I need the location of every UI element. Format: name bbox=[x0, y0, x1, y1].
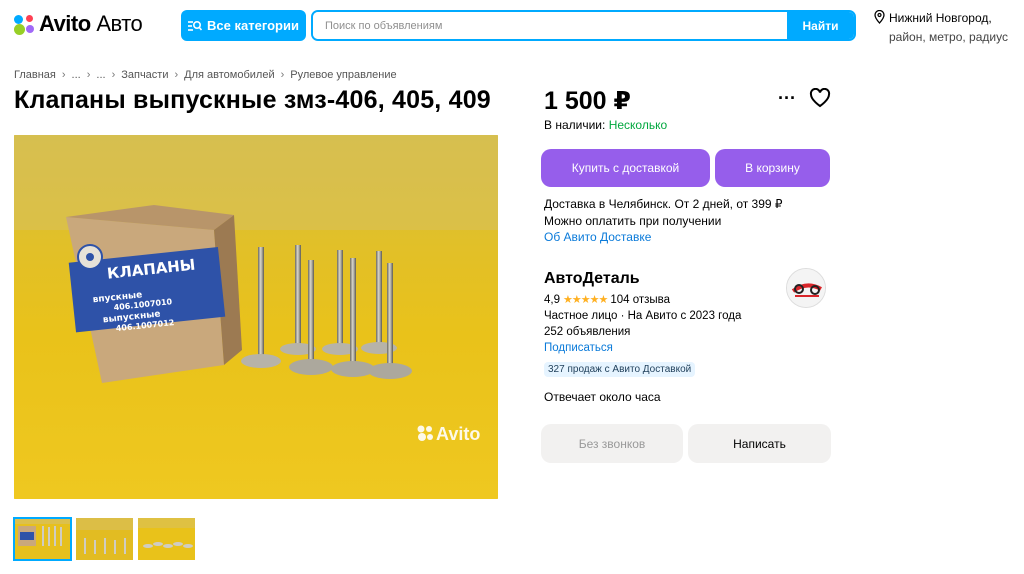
breadcrumb-item-parts[interactable]: Запчасти bbox=[121, 69, 168, 81]
search-input[interactable] bbox=[313, 12, 787, 39]
thumbnail-3[interactable] bbox=[138, 518, 195, 560]
avito-logo[interactable]: Avito Авто bbox=[14, 10, 143, 38]
thumbnail-1[interactable] bbox=[13, 517, 72, 561]
location-selector[interactable]: Нижний Новгород, район, метро, радиус bbox=[874, 9, 1008, 47]
breadcrumb-separator: › bbox=[61, 69, 66, 81]
no-calls-button: Без звонков bbox=[541, 424, 683, 463]
delivery-terms: Доставка в Челябинск. От 2 дней, от 399 … bbox=[544, 197, 783, 211]
response-time: Отвечает около часа bbox=[544, 390, 661, 404]
location-pin-icon bbox=[874, 10, 885, 24]
breadcrumb-separator: › bbox=[280, 69, 285, 81]
thumbnail-2[interactable] bbox=[76, 518, 133, 560]
seller-name[interactable]: АвтоДеталь bbox=[544, 270, 741, 288]
rating-value: 4,9 bbox=[544, 293, 560, 306]
write-message-button[interactable]: Написать bbox=[688, 424, 831, 463]
seller-avatar[interactable] bbox=[786, 268, 826, 308]
payment-on-receipt: Можно оплатить при получении bbox=[544, 213, 722, 228]
page-title: Клапаны выпускные змз-406, 405, 409 bbox=[14, 86, 491, 114]
stock-value: Несколько bbox=[608, 118, 668, 132]
delivery-sales-badge: 327 продаж с Авито Доставкой bbox=[544, 362, 696, 377]
valves-product-image: КЛАПАНЫ впускные 406.1007010 выпускные 4… bbox=[14, 135, 498, 499]
add-to-cart-button[interactable]: В корзину bbox=[715, 149, 830, 187]
price: 1 500 ₽ bbox=[544, 87, 631, 115]
breadcrumb: Главная › ... › ... › Запчасти › Для автомоб… bbox=[14, 69, 397, 81]
seller-rating[interactable]: 4,9 ★★★★★ 104 отзыва bbox=[544, 293, 741, 307]
location-hint: район, метро, радиус bbox=[889, 30, 1008, 44]
breadcrumb-item-steering[interactable]: Рулевое управление bbox=[290, 69, 396, 81]
breadcrumb-item-for-cars[interactable]: Для автомобилей bbox=[184, 69, 274, 81]
stock-status: В наличии: Несколько bbox=[544, 118, 667, 132]
more-options-icon[interactable]: ··· bbox=[778, 88, 796, 109]
about-delivery-link[interactable]: Об Авито Доставке bbox=[544, 229, 783, 246]
photo-thumbnails bbox=[13, 517, 195, 561]
search-bar: Найти bbox=[311, 10, 856, 41]
logo-dots-icon bbox=[14, 13, 36, 35]
reviews-count: 104 отзыва bbox=[610, 293, 671, 306]
seller-type: Частное лицо · На Авито с 2023 года bbox=[544, 310, 742, 322]
breadcrumb-item-home[interactable]: Главная bbox=[14, 69, 56, 81]
avito-watermark: Avito bbox=[436, 424, 480, 444]
seller-ads-count[interactable]: 252 объявления bbox=[544, 326, 741, 338]
search-button[interactable]: Найти bbox=[787, 12, 854, 39]
main-photo[interactable]: КЛАПАНЫ впускные 406.1007010 выпускные 4… bbox=[14, 135, 498, 499]
breadcrumb-separator: › bbox=[111, 69, 116, 81]
categories-search-icon bbox=[188, 20, 203, 31]
favorite-heart-icon[interactable] bbox=[809, 88, 831, 108]
breadcrumb-item-ellipsis-1[interactable]: ... bbox=[72, 69, 81, 81]
buy-with-delivery-button[interactable]: Купить с доставкой bbox=[541, 149, 710, 187]
delivery-info: Доставка в Челябинск. От 2 дней, от 399 … bbox=[544, 196, 783, 246]
subscribe-link[interactable]: Подписаться bbox=[544, 342, 741, 354]
logo-text: Avito Авто bbox=[39, 11, 143, 36]
breadcrumb-separator: › bbox=[86, 69, 91, 81]
stock-label: В наличии: bbox=[544, 118, 606, 132]
location-city: Нижний Новгород, bbox=[889, 11, 992, 25]
rating-stars-icon: ★★★★★ bbox=[563, 294, 608, 306]
seller-card: АвтоДеталь 4,9 ★★★★★ 104 отзыва Частное … bbox=[544, 270, 741, 404]
breadcrumb-separator: › bbox=[174, 69, 179, 81]
breadcrumb-item-ellipsis-2[interactable]: ... bbox=[96, 69, 105, 81]
all-categories-label: Все категории bbox=[207, 18, 299, 33]
all-categories-button[interactable]: Все категории bbox=[181, 10, 306, 41]
